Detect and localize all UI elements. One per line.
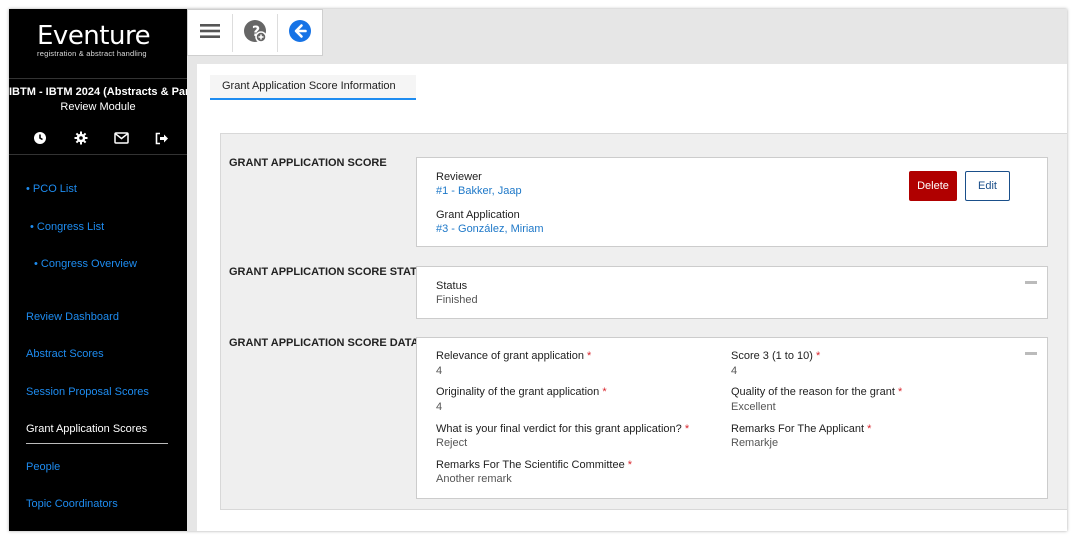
top-toolbar: ? bbox=[187, 9, 1067, 59]
status-value: Finished bbox=[436, 294, 478, 306]
module-name: Review Module bbox=[60, 101, 136, 113]
back-icon bbox=[288, 19, 312, 46]
back-button[interactable] bbox=[278, 10, 322, 55]
grant-application-link[interactable]: #3 - González, Miriam bbox=[436, 223, 544, 235]
help-button[interactable]: ? bbox=[233, 10, 277, 55]
logo-main-text: Eventure bbox=[37, 21, 151, 51]
status-box: Status Finished bbox=[416, 266, 1048, 319]
sidebar-item-congress-list[interactable]: • Congress List bbox=[30, 221, 104, 233]
reviewer-label: Reviewer bbox=[436, 171, 482, 183]
field-label: Relevance of grant application * bbox=[436, 350, 592, 362]
sidebar-item-session-proposal-scores[interactable]: Session Proposal Scores bbox=[26, 386, 149, 398]
edit-button[interactable]: Edit bbox=[965, 171, 1010, 201]
grant-application-label: Grant Application bbox=[436, 209, 520, 221]
sidebar-divider bbox=[9, 78, 187, 79]
reviewer-link[interactable]: #1 - Bakker, Jaap bbox=[436, 185, 522, 197]
sidebar-item-grant-application-scores[interactable]: Grant Application Scores bbox=[26, 423, 147, 435]
mail-icon[interactable] bbox=[112, 129, 130, 147]
sidebar-item-abstract-scores[interactable]: Abstract Scores bbox=[26, 348, 104, 360]
sidebar-divider bbox=[9, 154, 187, 155]
active-item-underline bbox=[26, 443, 168, 444]
gear-icon[interactable] bbox=[72, 129, 90, 147]
field-value: Excellent bbox=[731, 401, 776, 413]
field-value: 4 bbox=[731, 365, 738, 377]
menu-icon bbox=[200, 23, 220, 42]
sidebar-item-pco-list[interactable]: • PCO List bbox=[26, 183, 77, 195]
collapse-icon[interactable] bbox=[1025, 281, 1037, 284]
tab-grant-application-score-information[interactable]: Grant Application Score Information bbox=[210, 75, 416, 100]
status-label: Status bbox=[436, 280, 468, 292]
sidebar-icon-row bbox=[31, 129, 171, 147]
logo[interactable]: Eventure registration & abstract handlin… bbox=[37, 22, 162, 58]
field-label: Originality of the grant application * bbox=[436, 386, 607, 398]
menu-button[interactable] bbox=[188, 10, 232, 55]
sidebar-item-congress-overview[interactable]: • Congress Overview bbox=[34, 258, 137, 270]
section-title-data: GRANT APPLICATION SCORE DATA bbox=[229, 337, 419, 349]
field-value: Remarkje bbox=[731, 437, 779, 449]
field-label: Remarks For The Scientific Committee * bbox=[436, 459, 633, 471]
field-label: Quality of the reason for the grant * bbox=[731, 386, 903, 398]
collapse-icon[interactable] bbox=[1025, 352, 1037, 355]
sidebar-item-people[interactable]: People bbox=[26, 461, 60, 473]
sidebar-item-review-dashboard[interactable]: Review Dashboard bbox=[26, 311, 119, 323]
help-icon: ? bbox=[243, 19, 267, 46]
event-title: IBTM - IBTM 2024 (Abstracts & Par... bbox=[9, 86, 187, 98]
field-value: 4 bbox=[436, 365, 443, 377]
section-title-score: GRANT APPLICATION SCORE bbox=[229, 157, 387, 169]
toolbar-button-group: ? bbox=[187, 9, 323, 56]
sidebar: Eventure registration & abstract handlin… bbox=[9, 9, 187, 531]
field-label: Score 3 (1 to 10) * bbox=[731, 350, 821, 362]
score-box: Reviewer #1 - Bakker, Jaap Grant Applica… bbox=[416, 157, 1048, 247]
field-value: Another remark bbox=[436, 473, 512, 485]
field-value: Reject bbox=[436, 437, 468, 449]
score-data-box: Relevance of grant application * 4 Score… bbox=[416, 337, 1048, 499]
sidebar-item-topic-coordinators[interactable]: Topic Coordinators bbox=[26, 498, 118, 510]
logo-tagline: registration & abstract handling bbox=[37, 49, 147, 58]
app-window: Eventure registration & abstract handlin… bbox=[9, 9, 1067, 531]
clock-icon[interactable] bbox=[31, 129, 49, 147]
logout-icon[interactable] bbox=[153, 129, 171, 147]
field-value: 4 bbox=[436, 401, 443, 413]
field-label: What is your final verdict for this gran… bbox=[436, 423, 690, 435]
field-label: Remarks For The Applicant * bbox=[731, 423, 872, 435]
delete-button[interactable]: Delete bbox=[909, 171, 957, 201]
section-title-status: GRANT APPLICATION SCORE STATUS bbox=[229, 266, 433, 278]
